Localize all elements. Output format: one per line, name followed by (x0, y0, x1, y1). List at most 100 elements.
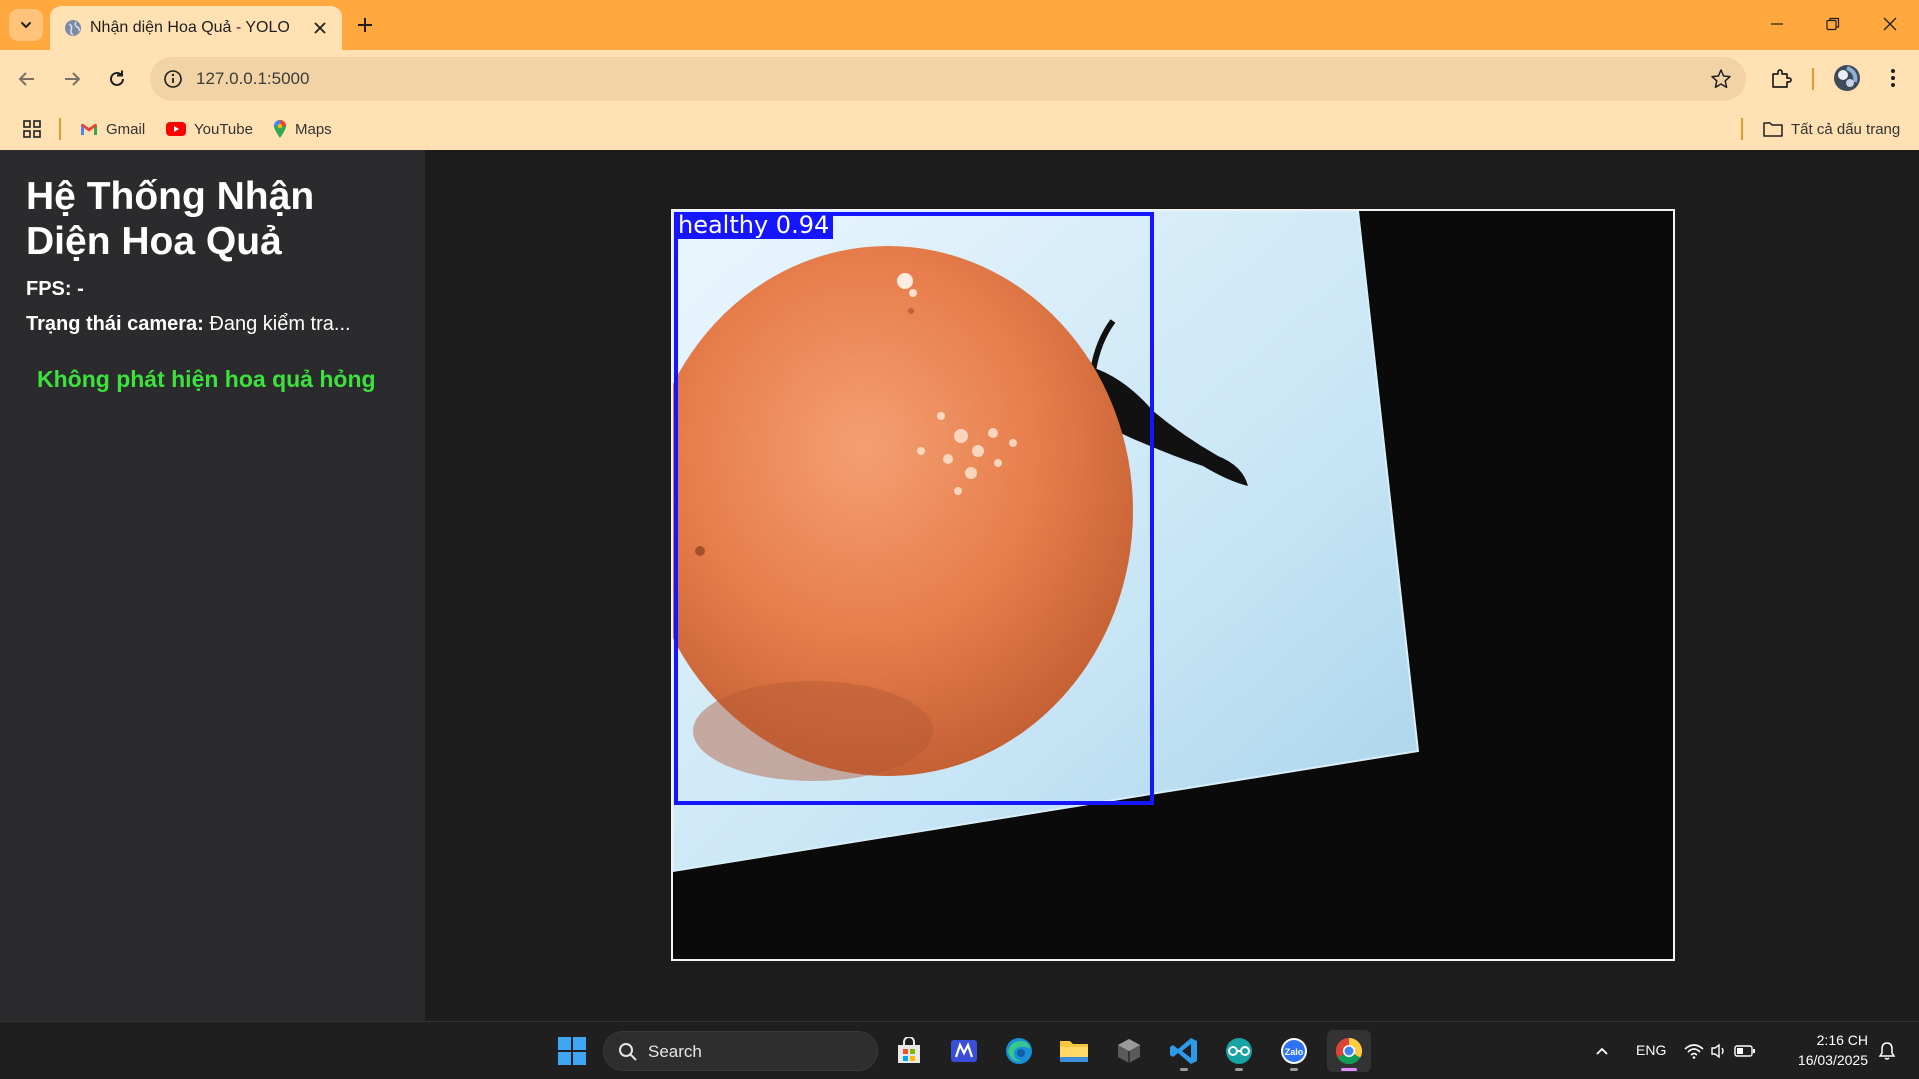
browser-toolbar: 127.0.0.1:5000 (0, 50, 1919, 108)
taskbar-app-store[interactable] (887, 1030, 931, 1072)
site-info-icon[interactable] (162, 68, 184, 90)
language-indicator[interactable]: ENG (1636, 1042, 1666, 1058)
microsoft-store-icon (898, 1037, 920, 1063)
close-icon (314, 22, 326, 34)
show-hidden-icons-button[interactable] (1580, 1030, 1624, 1072)
quick-settings-button[interactable] (1680, 1030, 1760, 1072)
chevron-up-icon (1596, 1047, 1608, 1055)
globe-icon (65, 20, 81, 36)
windows-taskbar: Search Zalo ENG 2:16 CH 16/03/2025 (0, 1021, 1919, 1079)
reload-button[interactable] (99, 61, 135, 97)
all-bookmarks-label: Tất cả dấu trang (1791, 120, 1901, 138)
taskbar-app-file-explorer[interactable] (1052, 1030, 1096, 1072)
fps-stat: FPS: - (26, 278, 84, 301)
running-indicator (1235, 1068, 1243, 1071)
tab-close-button[interactable] (310, 18, 330, 38)
reload-icon (110, 70, 124, 86)
camera-status-label: Trạng thái camera: (26, 313, 204, 335)
minimize-button[interactable] (1757, 8, 1797, 40)
running-indicator (1180, 1068, 1188, 1071)
arduino-icon (1226, 1038, 1252, 1064)
fps-label: FPS: (26, 278, 72, 300)
detection-status-message: Không phát hiện hoa quả hỏng (37, 366, 376, 392)
url-text[interactable]: 127.0.0.1:5000 (196, 69, 309, 89)
battery-icon (1734, 1045, 1755, 1057)
bookmark-gmail[interactable]: Gmail (80, 117, 145, 141)
wifi-icon (1684, 1044, 1704, 1059)
detection-bounding-box (674, 212, 1154, 805)
detection-label: healthy 0.94 (674, 212, 834, 239)
active-indicator (1341, 1068, 1357, 1071)
back-button[interactable] (9, 61, 45, 97)
folder-icon (1763, 122, 1783, 137)
clock-date[interactable]: 16/03/2025 (1778, 1052, 1868, 1068)
close-icon (1883, 17, 1897, 31)
zalo-icon: Zalo (1281, 1038, 1307, 1064)
bookmark-maps[interactable]: Maps (273, 117, 332, 141)
taskbar-app-editor[interactable] (942, 1030, 986, 1072)
gmail-icon (81, 123, 97, 135)
extensions-button[interactable] (1764, 61, 1798, 95)
start-button[interactable] (550, 1030, 594, 1072)
restore-icon (1826, 17, 1840, 31)
browser-titlebar: Nhận diện Hoa Quả - YOLO (0, 0, 1919, 50)
camera-status-value: Đang kiểm tra... (209, 313, 351, 335)
bell-icon (1878, 1042, 1896, 1060)
chrome-icon (1335, 1037, 1363, 1065)
app-m-icon (951, 1040, 977, 1062)
folder-icon (1060, 1041, 1088, 1062)
apps-button[interactable] (22, 117, 42, 141)
profile-avatar-button[interactable] (1830, 61, 1864, 95)
vscode-icon (1170, 1038, 1197, 1064)
taskbar-app-chrome[interactable] (1327, 1030, 1371, 1072)
web-page: Hệ Thống Nhận Diện Hoa Quả FPS: - Trạng … (0, 150, 1919, 1021)
browser-tab[interactable]: Nhận diện Hoa Quả - YOLO (50, 6, 342, 50)
bookmark-youtube[interactable]: YouTube (166, 117, 253, 141)
bookmarks-divider (1741, 118, 1743, 140)
taskbar-app-unity[interactable] (1107, 1030, 1151, 1072)
camera-feed: healthy 0.94 (671, 209, 1675, 961)
taskbar-app-vscode[interactable] (1162, 1030, 1206, 1072)
maps-icon (274, 120, 286, 138)
page-title: Hệ Thống Nhận Diện Hoa Quả (26, 175, 315, 263)
avatar (1834, 65, 1860, 91)
taskbar-app-edge[interactable] (997, 1030, 1041, 1072)
search-label: Search (648, 1042, 702, 1061)
edge-icon (1006, 1038, 1032, 1064)
bookmark-star-icon[interactable] (1710, 68, 1732, 90)
bookmarks-divider (59, 118, 61, 140)
camera-status: Trạng thái camera: Đang kiểm tra... (26, 313, 351, 336)
all-bookmarks-button[interactable]: Tất cả dấu trang (1763, 117, 1900, 141)
address-bar[interactable]: 127.0.0.1:5000 (150, 57, 1746, 101)
taskbar-search[interactable]: Search (603, 1031, 878, 1071)
tab-search-button[interactable] (9, 9, 43, 41)
close-window-button[interactable] (1870, 8, 1910, 40)
chevron-down-icon (21, 22, 31, 29)
notifications-button[interactable] (1872, 1030, 1902, 1072)
tab-title: Nhận diện Hoa Quả - YOLO (90, 19, 290, 36)
windows-logo-icon (558, 1037, 586, 1065)
plus-icon (358, 18, 372, 32)
sidebar: Hệ Thống Nhận Diện Hoa Quả FPS: - Trạng … (0, 150, 425, 1021)
restore-button[interactable] (1813, 8, 1853, 40)
browser-menu-button[interactable] (1876, 61, 1910, 95)
taskbar-app-zalo[interactable]: Zalo (1272, 1030, 1316, 1072)
arrow-left-icon (18, 72, 34, 86)
youtube-icon (166, 122, 186, 136)
taskbar-app-arduino[interactable] (1217, 1030, 1261, 1072)
bookmark-label: YouTube (194, 120, 253, 138)
fps-value: - (77, 278, 84, 300)
clock-time[interactable]: 2:16 CH (1788, 1032, 1868, 1048)
toolbar-divider (1812, 68, 1814, 90)
svg-text:Zalo: Zalo (1285, 1047, 1304, 1057)
forward-button[interactable] (54, 61, 90, 97)
bookmark-label: Maps (295, 120, 332, 138)
arrow-right-icon (65, 72, 81, 86)
more-vertical-icon (1891, 69, 1895, 87)
new-tab-button[interactable] (352, 12, 378, 38)
volume-icon (1711, 1043, 1724, 1059)
minimize-icon (1771, 23, 1783, 25)
search-icon (619, 1043, 637, 1061)
unity-icon (1118, 1039, 1140, 1063)
bookmarks-bar: Gmail YouTube Maps Tất cả dấu trang (0, 108, 1919, 150)
